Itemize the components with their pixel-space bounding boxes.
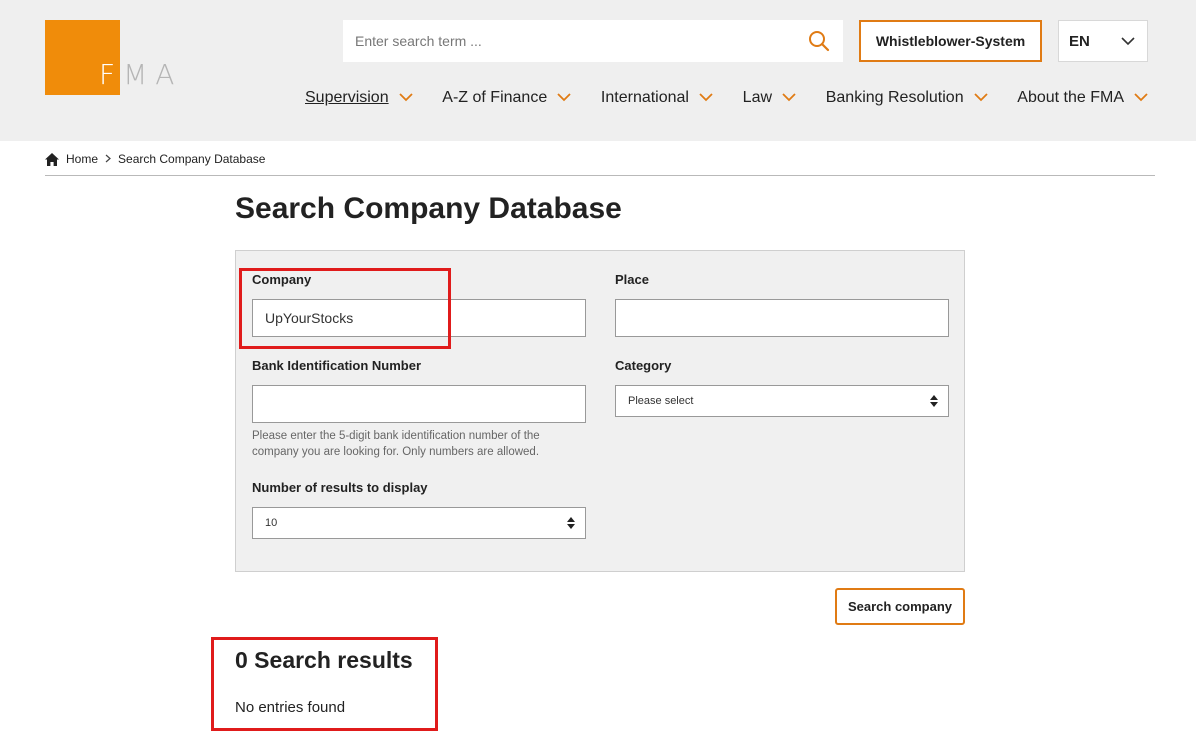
chevron-down-icon bbox=[1121, 36, 1135, 46]
bin-hint: Please enter the 5-digit bank identifica… bbox=[252, 430, 540, 458]
site-header: FMA Whistleblower-System EN Supervision … bbox=[0, 0, 1196, 141]
nav-label: About the FMA bbox=[1017, 89, 1124, 106]
results-count-select[interactable]: 10 bbox=[252, 507, 586, 539]
nav-item-international[interactable]: International bbox=[601, 89, 713, 107]
nav-label: Law bbox=[742, 89, 773, 106]
annotation-box-results bbox=[211, 637, 438, 731]
breadcrumb-current: Search Company Database bbox=[118, 152, 266, 166]
nav-item-banking-resolution[interactable]: Banking Resolution bbox=[826, 89, 988, 107]
fma-logo[interactable]: FMA bbox=[45, 20, 185, 98]
nav-item-law[interactable]: Law bbox=[743, 89, 796, 107]
chevron-down-icon bbox=[398, 93, 413, 103]
home-icon[interactable] bbox=[45, 152, 59, 166]
search-input[interactable] bbox=[355, 33, 807, 49]
main-nav: Supervision A-Z of Finance International… bbox=[305, 86, 1148, 110]
nav-label: Supervision bbox=[305, 89, 389, 106]
chevron-down-icon bbox=[973, 93, 988, 103]
sort-arrows-icon bbox=[567, 517, 575, 529]
language-select[interactable]: EN bbox=[1058, 20, 1148, 62]
place-label: Place bbox=[615, 272, 649, 287]
nav-item-a-z-of-finance[interactable]: A-Z of Finance bbox=[442, 89, 571, 107]
results-count-value: 10 bbox=[265, 517, 278, 529]
chevron-down-icon bbox=[1134, 93, 1148, 103]
nav-label: International bbox=[600, 89, 689, 106]
bin-input[interactable] bbox=[252, 385, 586, 423]
site-search bbox=[343, 20, 843, 62]
breadcrumb: Home Search Company Database bbox=[45, 151, 265, 167]
breadcrumb-home[interactable]: Home bbox=[66, 152, 98, 166]
results-count-label: Number of results to display bbox=[252, 480, 428, 495]
category-select[interactable]: Please select bbox=[615, 385, 949, 417]
place-input[interactable] bbox=[615, 299, 949, 337]
chevron-down-icon bbox=[557, 93, 571, 103]
sort-arrows-icon bbox=[930, 395, 938, 407]
logo-wordmark: FMA bbox=[99, 58, 183, 91]
search-company-button[interactable]: Search company bbox=[835, 588, 965, 625]
page-title: Search Company Database bbox=[235, 192, 622, 225]
chevron-down-icon bbox=[699, 93, 713, 103]
breadcrumb-divider bbox=[45, 175, 1155, 176]
nav-label: A-Z of Finance bbox=[442, 89, 548, 106]
nav-item-supervision[interactable]: Supervision bbox=[305, 89, 413, 107]
nav-item-about-the-fma[interactable]: About the FMA bbox=[1017, 89, 1148, 107]
category-label: Category bbox=[615, 358, 672, 373]
search-icon[interactable] bbox=[807, 29, 831, 53]
category-value: Please select bbox=[628, 395, 694, 407]
language-value: EN bbox=[1069, 32, 1090, 50]
chevron-right-icon bbox=[105, 152, 111, 166]
bin-label: Bank Identification Number bbox=[252, 358, 422, 373]
chevron-down-icon bbox=[782, 93, 796, 103]
whistleblower-button[interactable]: Whistleblower-System bbox=[859, 20, 1042, 62]
nav-label: Banking Resolution bbox=[825, 89, 964, 106]
annotation-box-company bbox=[239, 268, 451, 349]
